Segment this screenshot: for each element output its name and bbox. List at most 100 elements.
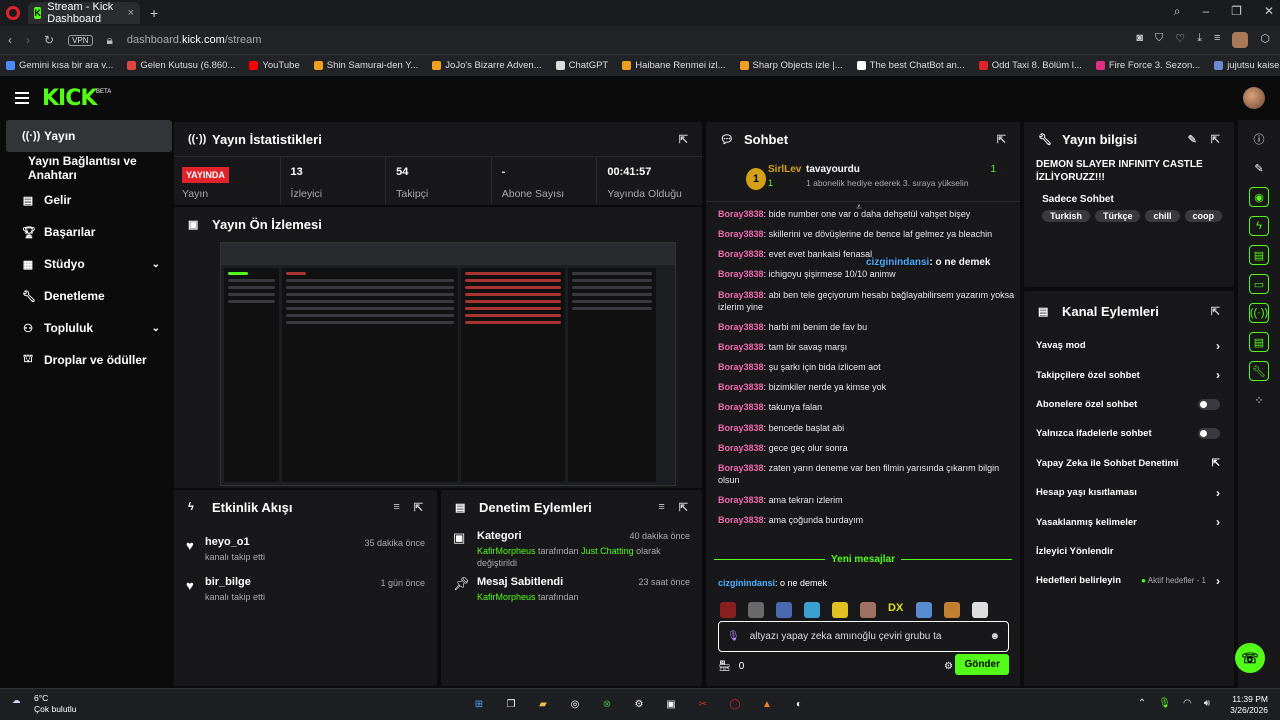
shield-icon[interactable]: ⛉	[1155, 32, 1163, 48]
vlc-icon[interactable]: ▲	[758, 695, 776, 713]
chat-icon[interactable]: ▭	[1249, 274, 1269, 294]
channel-action-item[interactable]: Yapay Zeka ile Sohbet Denetimi ⇱	[1024, 449, 1234, 478]
user-avatar[interactable]	[1243, 87, 1265, 109]
sidebar-item-studyo[interactable]: ▦ Stüdyo ⌄	[6, 248, 172, 280]
folder-icon[interactable]: ▰	[534, 695, 552, 713]
emote-icon[interactable]	[916, 602, 932, 618]
maximize-icon[interactable]: ❐	[1231, 4, 1242, 19]
emote-icon[interactable]	[944, 602, 960, 618]
extension-icon[interactable]: ⬡	[1260, 32, 1270, 48]
browser-tab[interactable]: K Stream - Kick Dashboard ×	[28, 1, 140, 25]
bookmark-item[interactable]: JoJo's Bizarre Adven...	[432, 60, 542, 71]
popout-icon[interactable]: ⇱	[679, 501, 688, 514]
start-icon[interactable]: ⊞	[470, 695, 488, 713]
new-tab-icon[interactable]: +	[150, 5, 158, 21]
channel-action-item[interactable]: Yavaş mod ›	[1024, 331, 1234, 360]
leader-name[interactable]: SirlLev	[768, 164, 801, 175]
filter-icon[interactable]: ≡	[658, 501, 664, 514]
chat-username[interactable]: Boray3838	[718, 515, 764, 525]
reload-icon[interactable]: ↻	[44, 33, 54, 47]
close-icon[interactable]: ×	[128, 7, 134, 19]
download-icon[interactable]: ⤓	[1197, 32, 1202, 48]
forward-icon[interactable]: ›	[26, 33, 30, 47]
sidebar-item-topluluk[interactable]: ⚇ Topluluk ⌄	[6, 312, 172, 344]
photos-icon[interactable]: ▣	[662, 695, 680, 713]
new-messages-divider[interactable]: Yeni mesajlar	[714, 552, 1012, 566]
sidebar-item-stream-key[interactable]: Yayın Bağlantısı ve Anahtarı	[6, 152, 172, 184]
chat-username[interactable]: Boray3838	[718, 402, 764, 412]
snip-icon[interactable]: ✂	[694, 695, 712, 713]
chat-username[interactable]: Boray3838	[718, 290, 764, 300]
bookmark-item[interactable]: Haibane Renmei izl...	[622, 60, 726, 71]
kick-logo[interactable]: KICK	[42, 86, 97, 111]
sidebar-item-basarilar[interactable]: 🏆︎ Başarılar	[6, 216, 172, 248]
toggle-switch[interactable]	[1198, 428, 1220, 440]
bookmark-item[interactable]: YouTube	[249, 60, 300, 71]
chat-username[interactable]: Boray3838	[718, 495, 764, 505]
back-icon[interactable]: ‹	[8, 33, 12, 47]
camera-icon[interactable]: ◙	[1136, 32, 1143, 48]
tag[interactable]: chill	[1145, 210, 1180, 222]
channel-action-item[interactable]: Hedefleri belirleyin ● Aktif hedefler - 1…	[1024, 566, 1234, 595]
emote-icon[interactable]	[720, 602, 736, 618]
search-icon[interactable]: ⌕	[1174, 4, 1181, 19]
channel-action-item[interactable]: Yasaklanmış kelimeler ›	[1024, 507, 1234, 536]
channel-action-item[interactable]: İzleyici Yönlendir	[1024, 537, 1234, 566]
emoji-icon[interactable]: ☻	[989, 631, 1000, 642]
popout-icon[interactable]: ⇱	[1211, 305, 1220, 318]
close-window-icon[interactable]: ✕	[1264, 4, 1274, 19]
edit-icon[interactable]: ✎	[1188, 133, 1197, 146]
tag[interactable]: coop	[1184, 210, 1222, 222]
minimize-icon[interactable]: –	[1202, 4, 1209, 19]
popout-icon[interactable]: ⇱	[1211, 133, 1220, 146]
chat-username[interactable]: Boray3838	[718, 322, 764, 332]
popout-icon[interactable]: ⇱	[997, 133, 1006, 146]
emote-icon[interactable]	[832, 602, 848, 618]
bookmark-item[interactable]: Odd Taxi 8. Bölüm l...	[978, 60, 1082, 71]
chat-username[interactable]: Boray3838	[718, 423, 764, 433]
chat-username[interactable]: Boray3838	[718, 269, 764, 279]
url-field[interactable]: dashboard.kick.com/stream	[127, 34, 262, 46]
camera-icon[interactable]: ◉	[1249, 187, 1269, 207]
chat-username[interactable]: Boray3838	[718, 229, 764, 239]
mic-icon[interactable]: 🎙︎	[1158, 698, 1171, 709]
sidebar-item-yayin[interactable]: ((·)) Yayın	[6, 120, 172, 152]
sidebar-item-gelir[interactable]: ▤ Gelir	[6, 184, 172, 216]
broadcast-icon[interactable]: ((·))	[1249, 303, 1269, 323]
tag[interactable]: Türkçe	[1094, 210, 1141, 222]
edit-icon[interactable]: ✎	[1249, 158, 1269, 178]
bookmark-item[interactable]: The best ChatBot an...	[856, 60, 965, 71]
bolt-icon[interactable]: ϟ	[1249, 216, 1269, 236]
help-icon[interactable]: ☏	[1235, 643, 1265, 673]
tag[interactable]: Turkish	[1042, 210, 1090, 222]
menu-icon[interactable]: ≡	[1214, 32, 1220, 48]
bookmark-item[interactable]: jujutsu kaisen :: Nyaa	[1214, 60, 1280, 71]
emote-icon[interactable]	[776, 602, 792, 618]
channel-action-item[interactable]: Yalnızca ifadelerle sohbet	[1024, 419, 1234, 448]
wrench-icon[interactable]: 🔧︎	[1249, 361, 1269, 381]
chat-input[interactable]: 🎙︎ altyazı yapay zeka amınoğlu çeviri gru…	[718, 621, 1009, 652]
bookmark-item[interactable]: Sharp Objects izle |...	[739, 60, 843, 71]
category-name[interactable]: Sadece Sohbet	[1042, 194, 1222, 205]
settings-icon[interactable]: ⚙	[630, 695, 648, 713]
chat-username[interactable]: Boray3838	[718, 342, 764, 352]
bookmark-item[interactable]: Fire Force 3. Sezon...	[1095, 60, 1200, 71]
clock[interactable]: 11:39 PM 3/26/2026	[1230, 694, 1268, 717]
store-icon[interactable]: 🏪︎	[718, 661, 731, 672]
mic-icon[interactable]: 🎙︎	[727, 631, 740, 642]
channel-action-item[interactable]: Hesap yaşı kısıtlaması ›	[1024, 478, 1234, 507]
sidebar-item-denetleme[interactable]: 🔧︎ Denetleme	[6, 280, 172, 312]
toggle-switch[interactable]	[1198, 398, 1220, 410]
settings-icon[interactable]: ⚙	[944, 661, 953, 672]
channel-action-item[interactable]: Abonelere özel sohbet	[1024, 390, 1234, 419]
chat-username[interactable]: Boray3838	[718, 463, 764, 473]
tray-chevron-icon[interactable]: ⌃	[1138, 698, 1146, 709]
document-icon[interactable]: ▤	[1249, 245, 1269, 265]
heart-icon[interactable]: ♡	[1175, 32, 1185, 48]
opera-icon[interactable]: ◯	[726, 695, 744, 713]
chat-username[interactable]: Boray3838	[718, 362, 764, 372]
channel-action-item[interactable]: Takipçilere özel sohbet ›	[1024, 360, 1234, 389]
bookmark-item[interactable]: Shin Samurai-den Y...	[313, 60, 418, 71]
gift-user[interactable]: tavayourdu	[806, 164, 860, 175]
emote-icon[interactable]	[804, 602, 820, 618]
